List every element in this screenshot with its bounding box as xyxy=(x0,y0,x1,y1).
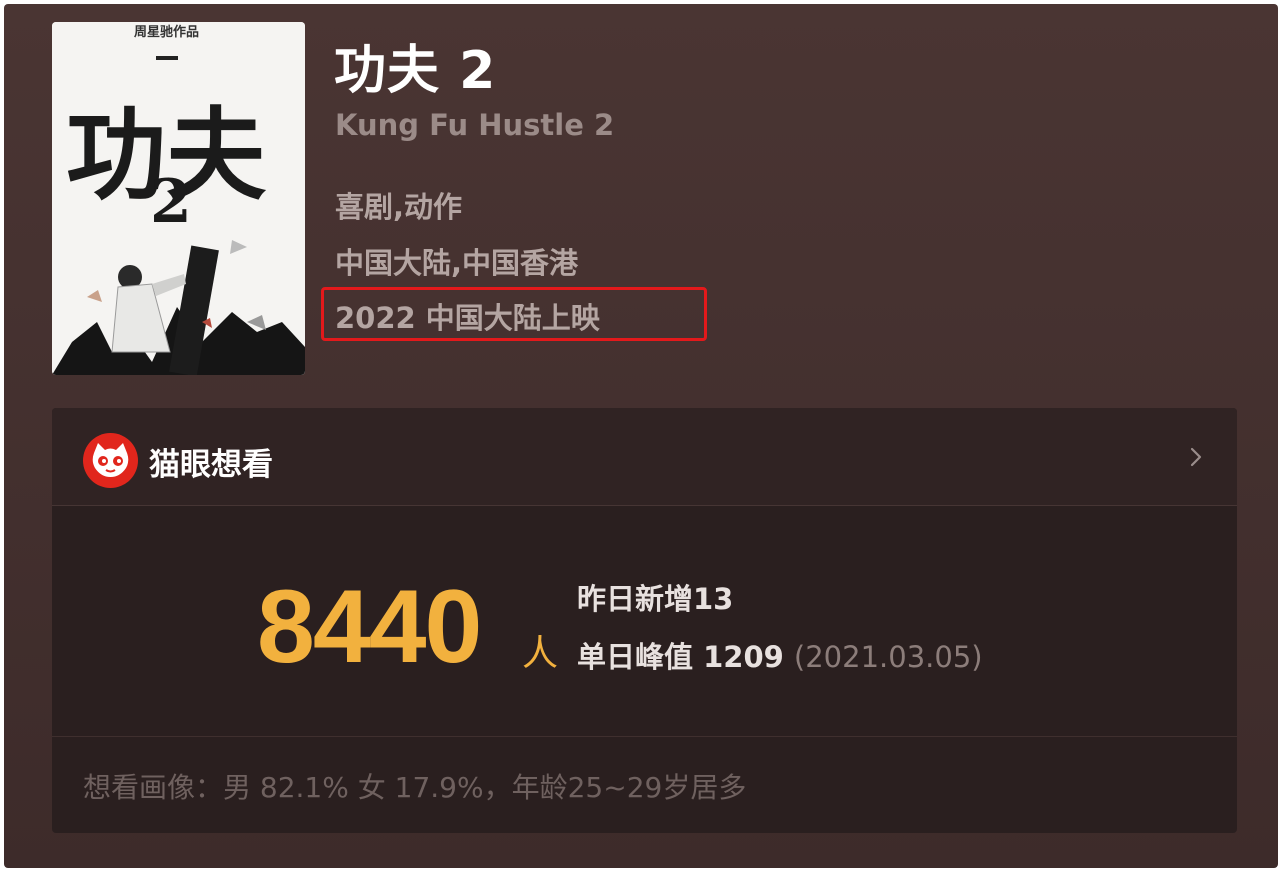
card-divider xyxy=(52,736,1237,737)
maoyan-cat-icon xyxy=(83,433,138,488)
chevron-right-icon[interactable] xyxy=(1185,446,1207,468)
poster-logo-number: 2 xyxy=(150,167,192,237)
want-to-see-header[interactable]: 猫眼想看 xyxy=(52,408,1237,506)
highlight-annotation-box xyxy=(321,287,707,341)
want-to-see-unit: 人 xyxy=(522,633,559,674)
want-to-see-card: 猫眼想看 8440 人 昨日新增13 单日峰值 1209 (2021.03.05… xyxy=(52,408,1237,833)
daily-peak-date: (2021.03.05) xyxy=(793,640,983,674)
poster-top-text: 周星驰作品 xyxy=(134,24,199,40)
poster-artwork: 周星驰作品 功夫 2 xyxy=(52,22,305,375)
daily-peak: 单日峰值 1209 (2021.03.05) xyxy=(577,634,983,676)
movie-regions: 中国大陆,中国香港 xyxy=(335,246,579,280)
yesterday-increase: 昨日新增13 xyxy=(577,582,734,616)
movie-title: 功夫 2 xyxy=(334,41,497,101)
want-to-see-title: 猫眼想看 xyxy=(149,447,273,483)
movie-detail-panel: 周星驰作品 功夫 2 功夫 2 Kung Fu Hustle 2 喜剧,动作 中… xyxy=(4,4,1278,868)
want-to-see-count: 8440 xyxy=(257,569,482,685)
movie-genres: 喜剧,动作 xyxy=(335,190,463,224)
movie-subtitle: Kung Fu Hustle 2 xyxy=(335,108,615,142)
daily-peak-label: 单日峰值 1209 xyxy=(577,640,784,674)
audience-profile: 想看画像：男 82.1% 女 17.9%，年龄25~29岁居多 xyxy=(83,771,747,804)
movie-poster[interactable]: 周星驰作品 功夫 2 xyxy=(52,22,305,375)
